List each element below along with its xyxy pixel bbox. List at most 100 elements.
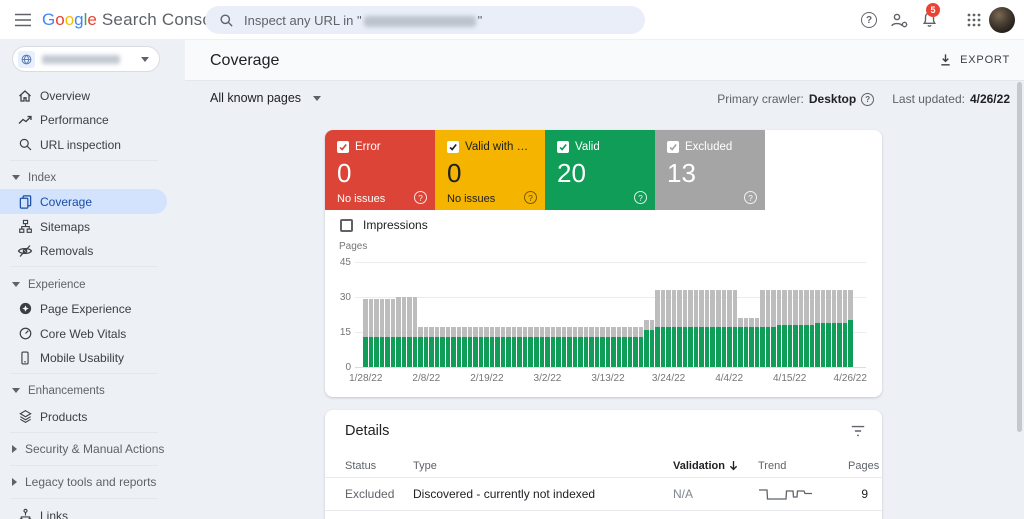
status-card-label: Excluded — [685, 141, 733, 153]
checked-checkbox-icon[interactable] — [667, 141, 679, 153]
sidebar-item-core-web-vitals[interactable]: Core Web Vitals — [0, 321, 167, 346]
help-icon[interactable]: ? — [861, 92, 875, 106]
help-icon[interactable]: ? — [857, 8, 881, 32]
sidebar-section-index[interactable]: Index — [0, 170, 56, 185]
chart-bar — [484, 327, 489, 367]
sidebar-item-coverage[interactable]: Coverage — [0, 189, 167, 214]
sidebar-item-sitemaps[interactable]: Sitemaps — [0, 214, 167, 239]
chart-bar — [429, 327, 434, 367]
sidebar-item-removals[interactable]: Removals — [0, 238, 167, 263]
chart-bar — [368, 299, 374, 367]
sidebar-item-performance[interactable]: Performance — [0, 107, 167, 132]
chart-bar — [688, 290, 693, 367]
chart-bar — [605, 327, 611, 367]
column-header-pages[interactable]: Pages — [848, 460, 879, 472]
chart-bar — [539, 327, 545, 367]
chart-bar — [704, 290, 710, 367]
column-header-trend[interactable]: Trend — [758, 460, 848, 472]
checked-checkbox-icon[interactable] — [557, 141, 569, 153]
chart-bar — [826, 290, 831, 367]
sidebar-item-legacy-tools[interactable]: Legacy tools and reports — [0, 474, 156, 490]
chart-bar — [401, 297, 407, 367]
trend-sparkline — [758, 487, 848, 501]
status-card-value: 0 — [447, 158, 462, 188]
status-card-label: Valid — [575, 141, 600, 153]
page-header-band: Coverage EXPORT — [185, 40, 1024, 81]
chart-bar — [666, 290, 671, 367]
y-tick-label: 15 — [339, 327, 351, 338]
table-row[interactable]: Excluded Discovered - currently not index… — [325, 478, 882, 511]
status-card-error[interactable]: Error 0 No issues ? — [325, 130, 435, 210]
status-card-value: 20 — [557, 158, 586, 188]
home-icon — [16, 88, 34, 104]
property-globe-icon — [18, 50, 35, 68]
x-tick-label: 2/19/22 — [470, 373, 504, 384]
chart-bar — [467, 327, 473, 367]
help-icon[interactable]: ? — [524, 191, 537, 204]
details-table-body: Excluded Discovered - currently not index… — [325, 478, 882, 511]
sidebar-item-label: Coverage — [40, 194, 93, 209]
chart-bar — [710, 290, 715, 367]
sidebar-item-overview[interactable]: Overview — [0, 83, 167, 108]
sidebar-section-experience[interactable]: Experience — [0, 277, 86, 292]
sidebar-item-url-inspection[interactable]: URL inspection — [0, 132, 167, 157]
chart-bar — [842, 290, 848, 367]
page-title: Coverage — [210, 52, 280, 69]
checked-checkbox-icon[interactable] — [447, 141, 459, 153]
column-header-validation[interactable]: Validation — [673, 460, 758, 472]
chart-bar — [374, 299, 379, 367]
sidebar-item-page-experience[interactable]: Page Experience — [0, 296, 167, 321]
details-title: Details — [345, 423, 390, 439]
chart-bar — [793, 290, 798, 367]
sidebar-section-enhancements[interactable]: Enhancements — [0, 383, 105, 398]
sidebar-item-products[interactable]: Products — [0, 404, 167, 429]
chart-bars — [363, 262, 853, 367]
help-icon[interactable]: ? — [744, 191, 757, 204]
status-card-excluded[interactable]: Excluded 13 ? — [655, 130, 765, 210]
avatar[interactable] — [989, 7, 1015, 33]
status-card-valid-with-warnings[interactable]: Valid with warnings 0 No issues ? — [435, 130, 545, 210]
help-icon[interactable]: ? — [634, 191, 647, 204]
chart-bar — [561, 327, 567, 367]
chart-bar — [655, 290, 660, 367]
chart-bar — [627, 327, 633, 367]
url-inspect-search-input[interactable]: Inspect any URL in " " — [205, 6, 645, 34]
user-settings-icon[interactable] — [887, 8, 911, 32]
magnifier-icon — [16, 137, 34, 152]
property-selector[interactable] — [12, 46, 160, 72]
chart-bar — [550, 327, 556, 367]
chart-bar — [418, 327, 423, 367]
coverage-summary-card: Error 0 No issues ? Valid with warnings … — [325, 130, 882, 397]
vertical-scrollbar[interactable] — [1017, 82, 1022, 432]
chart-bar — [379, 299, 385, 367]
redacted-property-name — [42, 54, 120, 64]
chart-bar — [473, 327, 478, 367]
hamburger-menu-icon[interactable] — [13, 10, 33, 30]
filter-icon[interactable] — [850, 424, 866, 438]
chart-bar — [837, 290, 842, 367]
chart-bar — [489, 327, 495, 367]
sidebar-item-mobile-usability[interactable]: Mobile Usability — [0, 345, 167, 370]
sidebar-item-links[interactable]: Links — [0, 503, 167, 519]
app-logo[interactable]: Google Search Console — [42, 0, 226, 40]
export-button[interactable]: EXPORT — [939, 53, 1010, 67]
chart-bar — [809, 290, 815, 367]
divider — [10, 432, 158, 433]
column-header-status[interactable]: Status — [345, 460, 413, 472]
impressions-checkbox[interactable]: Impressions — [340, 218, 428, 232]
chart-bar — [600, 327, 605, 367]
unchecked-checkbox-icon[interactable] — [340, 218, 353, 232]
logo-letter: e — [87, 10, 97, 29]
page-scope-filter-dropdown[interactable]: All known pages — [210, 91, 322, 105]
x-tick-label: 4/15/22 — [772, 373, 807, 384]
help-icon[interactable]: ? — [414, 191, 427, 204]
sidebar-item-security-manual-actions[interactable]: Security & Manual Actions — [0, 441, 164, 457]
status-card-valid[interactable]: Valid 20 ? — [545, 130, 655, 210]
sidebar-item-label: Mobile Usability — [40, 350, 125, 365]
apps-grid-icon[interactable] — [962, 8, 986, 32]
column-header-type[interactable]: Type — [413, 460, 673, 472]
top-app-bar: Google Search Console Inspect any URL in… — [0, 0, 1024, 40]
checked-checkbox-icon[interactable] — [337, 141, 349, 153]
chart-bar — [594, 327, 600, 367]
links-tree-icon — [16, 508, 34, 519]
